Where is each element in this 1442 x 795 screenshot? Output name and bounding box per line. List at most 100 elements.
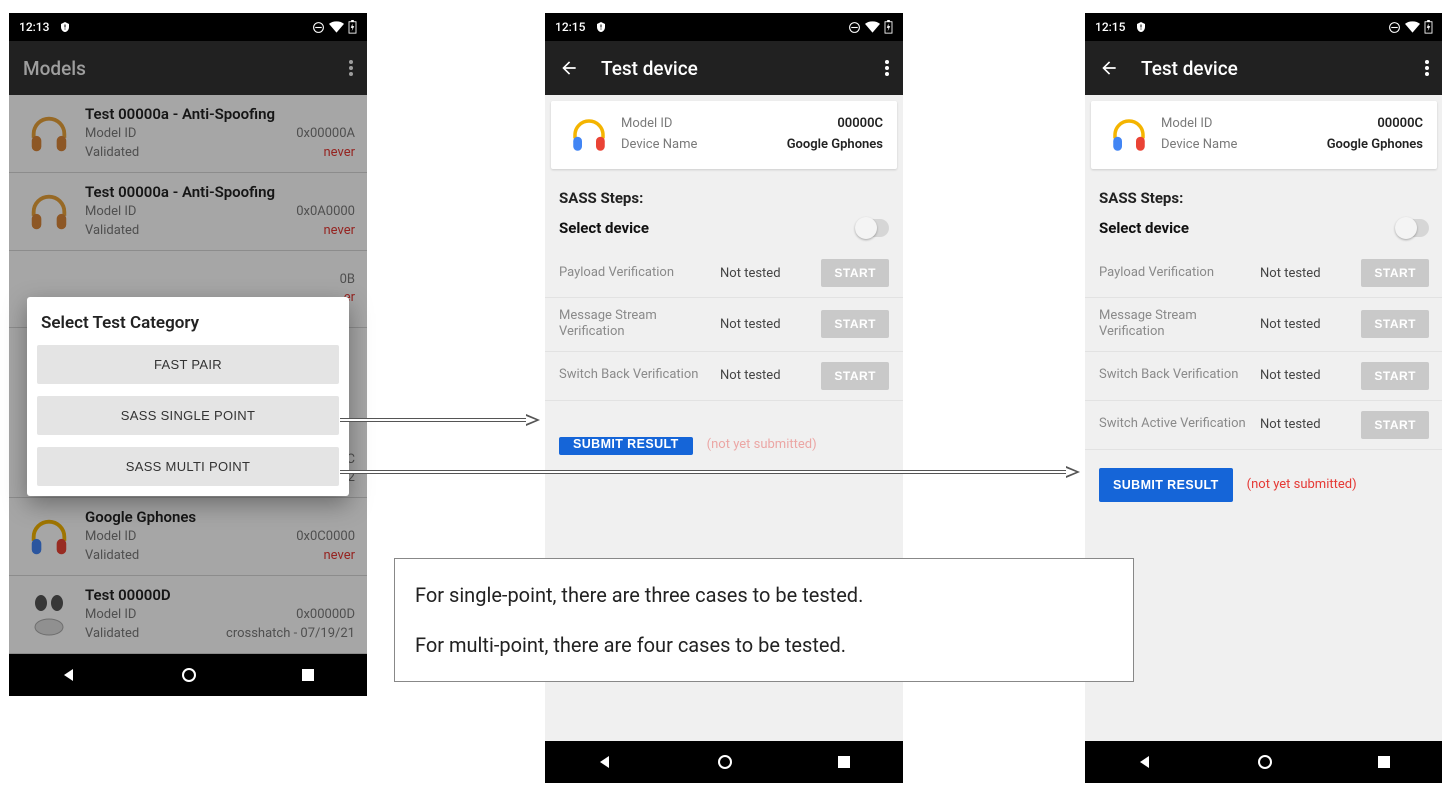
battery-icon [1424, 20, 1433, 34]
select-device-label: Select device [1099, 219, 1189, 237]
dnd-icon [312, 21, 325, 34]
content: Model ID00000C Device NameGoogle Gphones… [1085, 101, 1442, 741]
step-status: Not tested [1260, 368, 1361, 383]
back-arrow-icon[interactable] [1099, 58, 1119, 78]
dialog-title: Select Test Category [41, 313, 335, 333]
step-row: Payload Verification Not tested START [545, 249, 903, 298]
model-id-value: 00000C [837, 114, 883, 135]
sass-single-point-button[interactable]: SASS SINGLE POINT [37, 396, 339, 435]
nav-home-icon[interactable] [181, 667, 197, 683]
appbar: Test device [545, 41, 903, 95]
sass-steps-header: SASS Steps: [545, 175, 903, 213]
model-id-value: 0x0C0000 [296, 528, 355, 546]
start-button[interactable]: START [821, 362, 889, 390]
headphones-icon [21, 184, 77, 240]
model-id-value: 0x00000D [296, 606, 355, 624]
validated-value: never [323, 144, 355, 162]
device-name-value: Google Gphones [1327, 135, 1423, 156]
not-submitted-text: (not yet submitted) [1247, 477, 1357, 492]
model-id-label: Model ID [621, 114, 672, 135]
start-button[interactable]: START [1361, 362, 1429, 390]
fast-pair-button[interactable]: FAST PAIR [37, 345, 339, 384]
start-button[interactable]: START [1361, 310, 1429, 338]
overflow-menu-icon[interactable] [1425, 60, 1429, 76]
headphones-icon [21, 509, 77, 565]
not-submitted-text: (not yet submitted) [707, 437, 817, 452]
device-name-label: Device Name [1161, 135, 1237, 156]
step-status: Not tested [1260, 417, 1361, 432]
submit-result-button[interactable]: SUBMIT RESULT [1099, 468, 1233, 502]
nav-back-icon[interactable] [61, 667, 77, 683]
nav-back-icon[interactable] [597, 754, 613, 770]
model-item[interactable]: Test 00000a - Anti-Spoofing Model ID0x0A… [9, 173, 367, 251]
android-navbar [9, 654, 367, 696]
step-name: Message Stream Verification [1099, 308, 1260, 341]
battery-icon [884, 20, 893, 34]
step-name: Payload Verification [1099, 265, 1260, 281]
battery-icon [348, 20, 357, 34]
step-name: Switch Back Verification [559, 367, 720, 383]
nav-recent-icon[interactable] [301, 668, 315, 682]
validated-value: never [323, 222, 355, 240]
select-device-switch[interactable] [1395, 219, 1429, 237]
device-card: Model ID00000C Device NameGoogle Gphones [1091, 101, 1437, 169]
phone-multi-point: 12:15 Test device Model ID00000C Device … [1084, 12, 1442, 784]
model-id-label: Model ID [85, 528, 136, 546]
nav-recent-icon[interactable] [1377, 755, 1391, 769]
overflow-menu-icon[interactable] [885, 60, 889, 76]
submit-row: SUBMIT RESULT (not yet submitted) [1085, 450, 1442, 520]
wifi-icon [329, 21, 344, 33]
device-card: Model ID00000C Device NameGoogle Gphones [551, 101, 897, 169]
model-item[interactable]: Test 00000a - Anti-Spoofing Model ID0x00… [9, 95, 367, 173]
overflow-menu-icon[interactable] [349, 60, 353, 76]
caption-line-1: For single-point, there are three cases … [415, 581, 1113, 609]
step-status: Not tested [1260, 266, 1361, 281]
statusbar: 12:15 [1085, 13, 1442, 41]
select-device-label: Select device [559, 219, 649, 237]
select-test-category-dialog: Select Test Category FAST PAIR SASS SING… [27, 297, 349, 496]
step-row: Message Stream Verification Not tested S… [545, 298, 903, 352]
model-item[interactable]: Google Gphones Model ID0x0C0000 Validate… [9, 498, 367, 576]
statusbar: 12:15 [545, 13, 903, 41]
step-status: Not tested [720, 266, 821, 281]
start-button[interactable]: START [821, 259, 889, 287]
model-item[interactable]: Test 00000D Model ID0x00000D Validatedcr… [9, 576, 367, 654]
debug-icon [1135, 21, 1147, 33]
statusbar: 12:13 [9, 13, 367, 41]
model-title: Test 00000a - Anti-Spoofing [85, 105, 355, 123]
step-name: Message Stream Verification [559, 308, 720, 341]
appbar-title: Models [23, 57, 349, 80]
sass-multi-point-button[interactable]: SASS MULTI POINT [37, 447, 339, 486]
appbar: Test device [1085, 41, 1442, 95]
model-title: Test 00000a - Anti-Spoofing [85, 183, 355, 201]
step-row: Switch Back Verification Not tested STAR… [545, 352, 903, 401]
select-device-switch[interactable] [855, 219, 889, 237]
nav-recent-icon[interactable] [837, 755, 851, 769]
device-name-value: Google Gphones [787, 135, 883, 156]
submit-row: SUBMIT RESULT (not yet submitted) [545, 401, 903, 473]
select-device-row: Select device [545, 213, 903, 249]
wifi-icon [1405, 21, 1420, 33]
step-row: Message Stream Verification Not tested S… [1085, 298, 1442, 352]
start-button[interactable]: START [1361, 259, 1429, 287]
validated-label: Validated [85, 547, 139, 565]
model-id-label: Model ID [85, 606, 136, 624]
statusbar-time: 12:13 [19, 20, 49, 34]
android-navbar [1085, 741, 1442, 783]
nav-home-icon[interactable] [717, 754, 733, 770]
nav-back-icon[interactable] [1137, 754, 1153, 770]
back-arrow-icon[interactable] [559, 58, 579, 78]
dnd-icon [1388, 21, 1401, 34]
nav-home-icon[interactable] [1257, 754, 1273, 770]
sass-steps-header: SASS Steps: [1085, 175, 1442, 213]
start-button[interactable]: START [821, 310, 889, 338]
model-id-value: 0B [340, 271, 355, 289]
submit-result-button[interactable]: SUBMIT RESULT [559, 437, 693, 455]
statusbar-time: 12:15 [555, 20, 585, 34]
debug-icon [595, 21, 607, 33]
model-id-value: 0x0A0000 [296, 203, 355, 221]
start-button[interactable]: START [1361, 411, 1429, 439]
wifi-icon [865, 21, 880, 33]
step-row: Payload Verification Not tested START [1085, 249, 1442, 298]
validated-label: Validated [85, 222, 139, 240]
